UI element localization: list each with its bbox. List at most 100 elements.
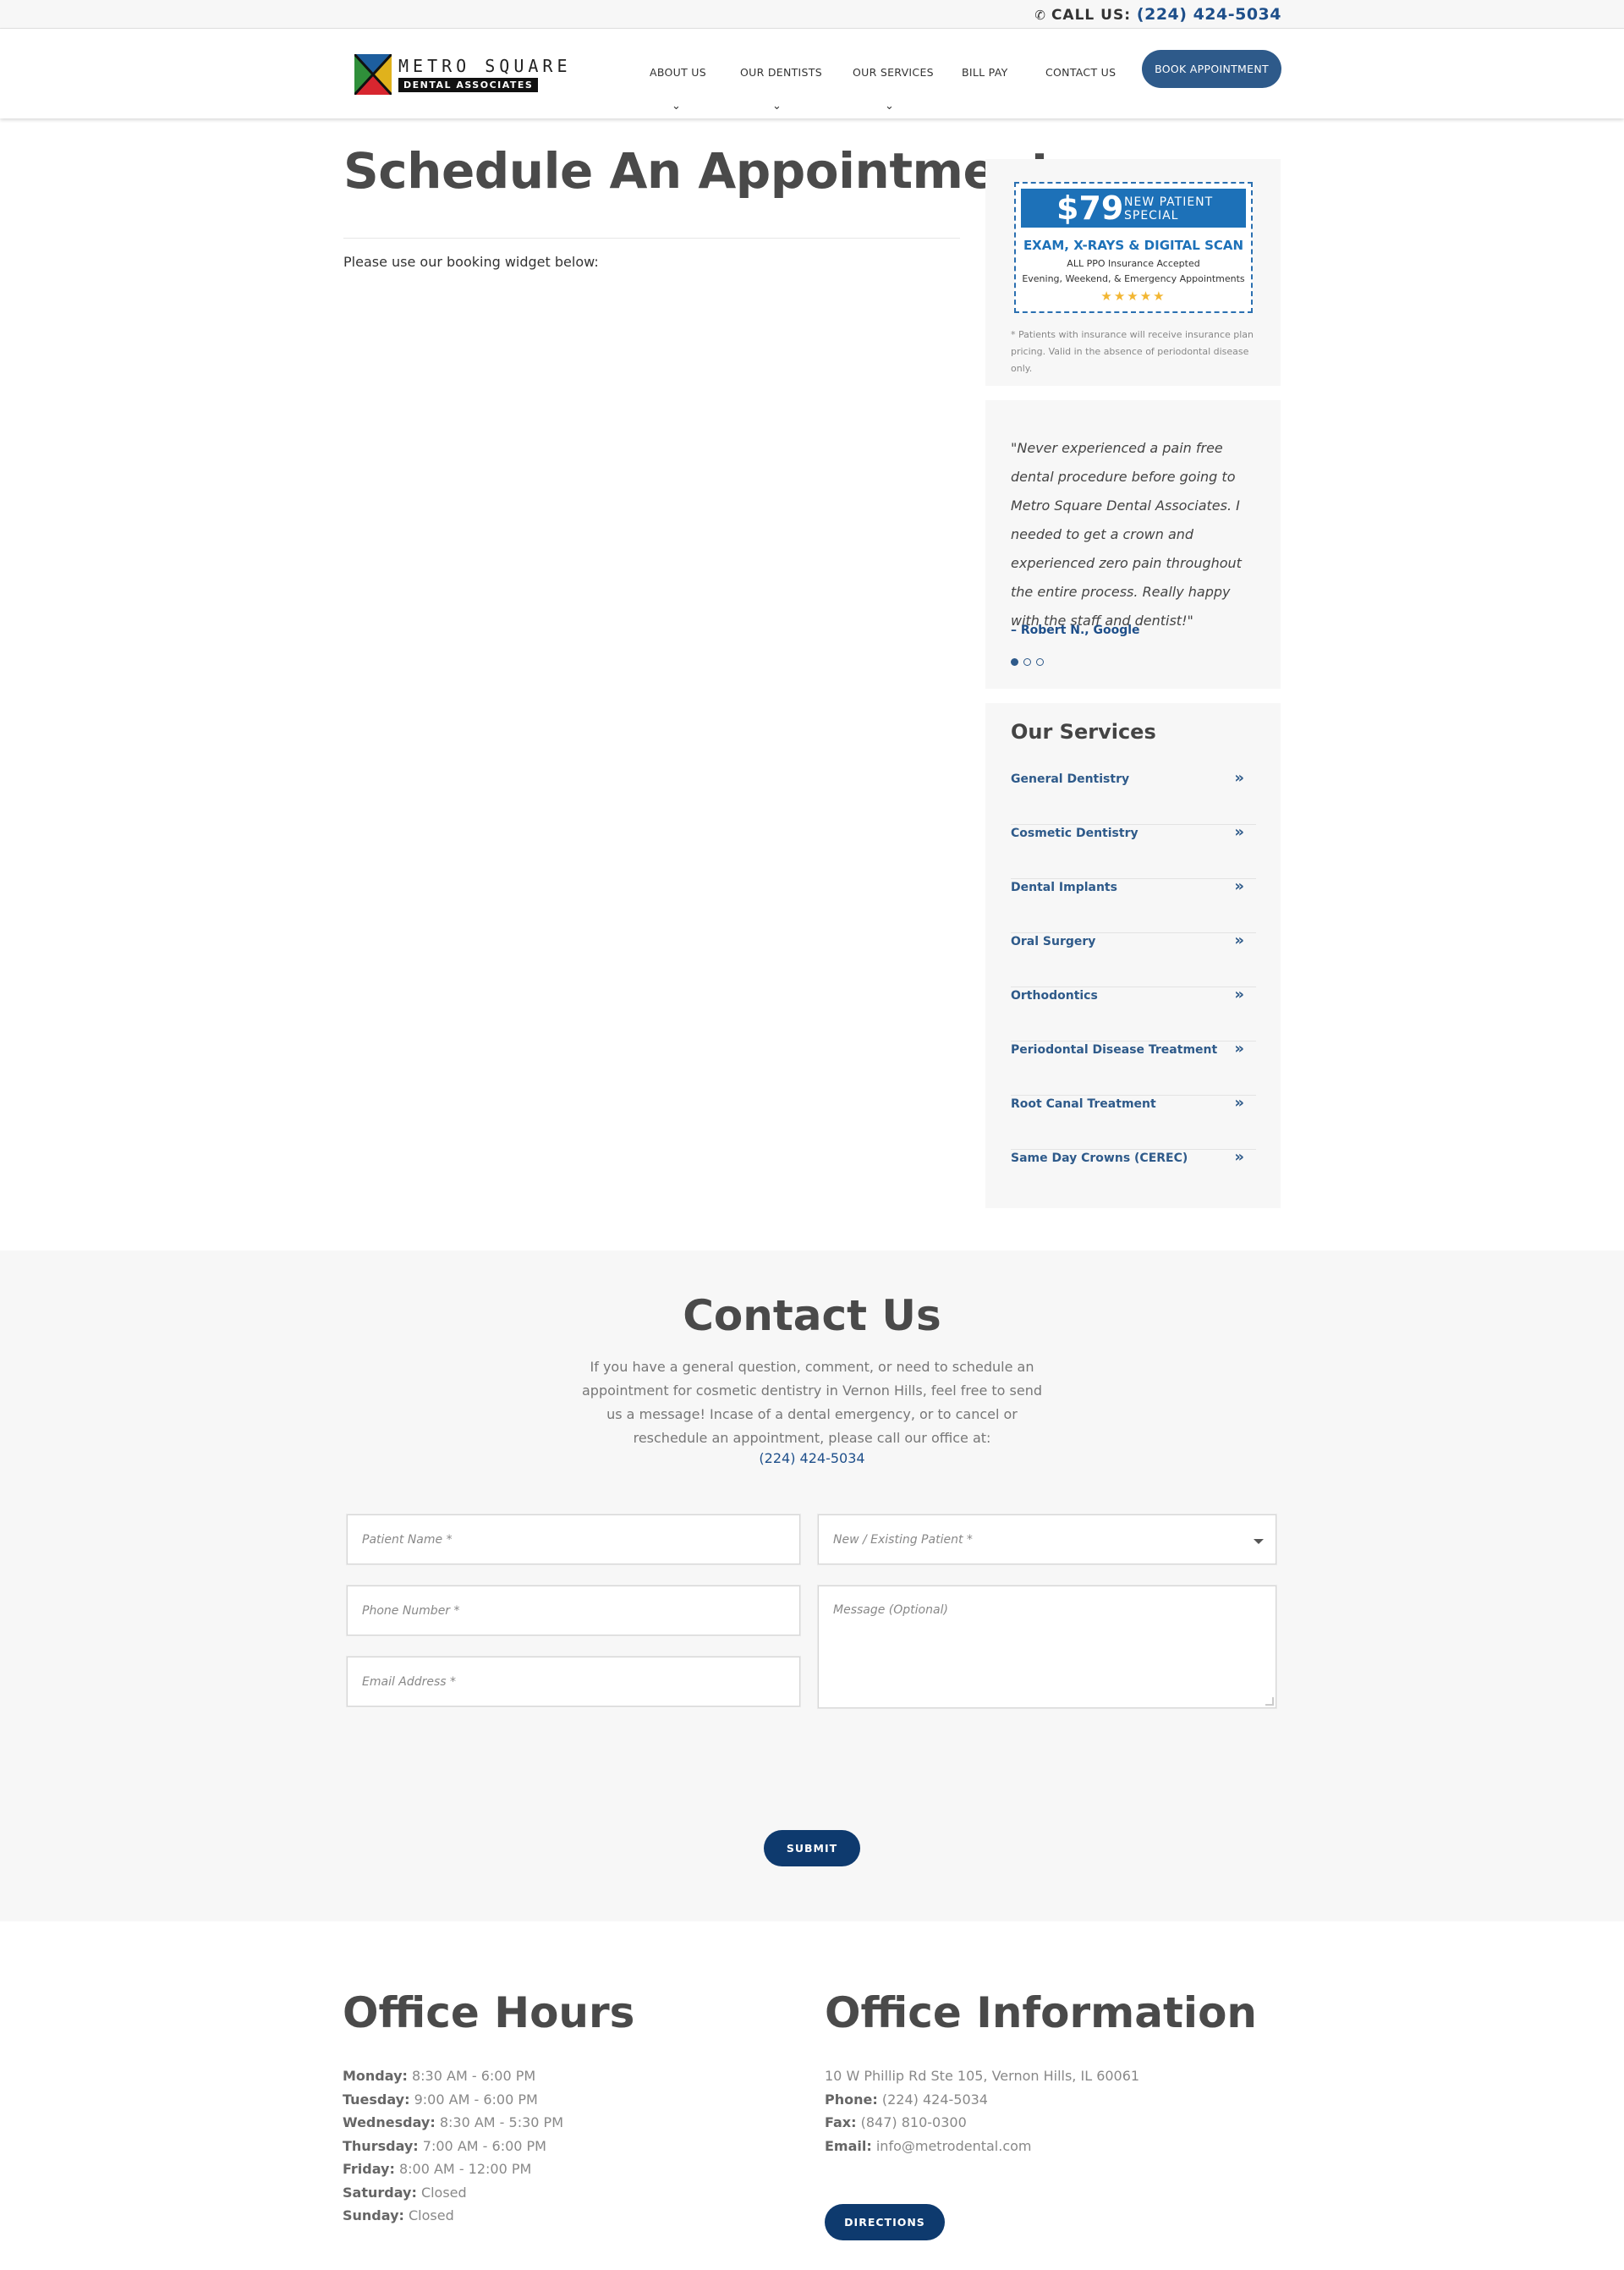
message-textarea[interactable]: Message (Optional) xyxy=(818,1586,1276,1708)
email-label: Email: xyxy=(825,2137,872,2154)
service-label: Cosmetic Dentistry xyxy=(1011,827,1138,840)
divider xyxy=(343,238,960,239)
office-phone: Phone: (224) 424-5034 xyxy=(825,2088,1139,2112)
hours-time: 8:00 AM - 12:00 PM xyxy=(398,2161,532,2177)
review-box: "Never experienced a pain free dental pr… xyxy=(985,400,1281,689)
service-item-orthodontics[interactable]: Orthodontics » xyxy=(1011,986,1256,1042)
service-item-same-day-crowns[interactable]: Same Day Crowns (CEREC) » xyxy=(1011,1148,1256,1204)
coupon-header: $79 NEW PATIENT SPECIAL xyxy=(1021,189,1246,228)
coupon-appointments: Evening, Weekend, & Emergency Appointmen… xyxy=(1022,273,1245,284)
nav-about-us[interactable]: ABOUT US xyxy=(650,66,706,79)
hours-day: Tuesday: xyxy=(343,2091,410,2108)
contact-section: Contact Us If you have a general questio… xyxy=(0,1250,1624,1921)
double-chevron-right-icon: » xyxy=(1234,877,1244,895)
message-placeholder: Message (Optional) xyxy=(833,1603,948,1617)
logo[interactable]: METRO SQUARE DENTAL ASSOCIATES xyxy=(354,54,568,95)
double-chevron-right-icon: » xyxy=(1234,1148,1244,1166)
office-info-list: 10 W Phillip Rd Ste 105, Vernon Hills, I… xyxy=(825,2064,1139,2157)
review-author: – Robert N., Google xyxy=(1011,624,1140,637)
patient-name-input[interactable]: Patient Name * xyxy=(347,1514,800,1564)
service-item-root-canal[interactable]: Root Canal Treatment » xyxy=(1011,1094,1256,1150)
nav-contact-us[interactable]: CONTACT US xyxy=(1045,66,1116,79)
office-email: Email: info@metrodental.com xyxy=(825,2135,1139,2158)
service-item-cosmetic-dentistry[interactable]: Cosmetic Dentistry » xyxy=(1011,823,1256,879)
service-label: Orthodontics xyxy=(1011,989,1098,1003)
coupon-price: $79 xyxy=(1056,190,1124,227)
chevron-down-icon[interactable]: ⌄ xyxy=(885,100,894,113)
booking-intro: Please use our booking widget below: xyxy=(343,254,599,270)
promo-disclaimer: * Patients with insurance will receive i… xyxy=(1011,329,1254,374)
service-label: Dental Implants xyxy=(1011,881,1117,894)
email-address-input[interactable]: Email Address * xyxy=(347,1657,800,1707)
double-chevron-right-icon: » xyxy=(1234,986,1244,1003)
nav-our-services[interactable]: OUR SERVICES xyxy=(853,66,934,79)
office-email-link[interactable]: info@metrodental.com xyxy=(876,2138,1032,2154)
caret-down-icon xyxy=(1254,1539,1264,1544)
service-label: Same Day Crowns (CEREC) xyxy=(1011,1151,1188,1165)
site-header: METRO SQUARE DENTAL ASSOCIATES ABOUT US … xyxy=(0,29,1624,118)
hours-time: 7:00 AM - 6:00 PM xyxy=(422,2137,546,2154)
hours-day: Monday: xyxy=(343,2068,408,2084)
services-box: Our Services General Dentistry » Cosmeti… xyxy=(985,703,1281,1208)
new-patient-coupon[interactable]: $79 NEW PATIENT SPECIAL EXAM, X-RAYS & D… xyxy=(1014,182,1253,313)
hours-day: Friday: xyxy=(343,2161,395,2177)
carousel-dot[interactable] xyxy=(1011,658,1018,666)
resize-handle-icon[interactable] xyxy=(1265,1697,1274,1706)
contact-title: Contact Us xyxy=(683,1291,941,1340)
directions-button[interactable]: DIRECTIONS xyxy=(825,2204,945,2240)
page-title: Schedule An Appointment xyxy=(343,142,1054,200)
double-chevron-right-icon: » xyxy=(1234,823,1244,841)
logo-line1: METRO SQUARE xyxy=(398,56,572,76)
call-us[interactable]: ✆ CALL US: (224) 424-5034 xyxy=(1034,5,1281,24)
carousel-dot[interactable] xyxy=(1023,658,1031,666)
hours-day: Thursday: xyxy=(343,2137,419,2154)
office-fax-value: (847) 810-0300 xyxy=(860,2114,967,2130)
nav-our-dentists[interactable]: OUR DENTISTS xyxy=(740,66,822,79)
coupon-insurance: ALL PPO Insurance Accepted xyxy=(1067,258,1200,269)
office-info-title: Office Information xyxy=(825,1988,1258,2037)
service-item-dental-implants[interactable]: Dental Implants » xyxy=(1011,877,1256,933)
office-fax: Fax: (847) 810-0300 xyxy=(825,2111,1139,2135)
chevron-down-icon[interactable]: ⌄ xyxy=(772,100,782,113)
double-chevron-right-icon: » xyxy=(1234,1094,1244,1112)
patient-type-select[interactable]: New / Existing Patient * xyxy=(818,1514,1276,1564)
service-item-general-dentistry[interactable]: General Dentistry » xyxy=(1011,769,1256,825)
hours-row: Sunday: Closed xyxy=(343,2204,563,2228)
contact-phone-link[interactable]: (224) 424-5034 xyxy=(0,1450,1624,1466)
services-title: Our Services xyxy=(1011,720,1156,744)
review-quote: "Never experienced a pain free dental pr… xyxy=(1011,440,1242,629)
hours-row: Monday: 8:30 AM - 6:00 PM xyxy=(343,2064,563,2088)
hours-row: Tuesday: 9:00 AM - 6:00 PM xyxy=(343,2088,563,2112)
top-bar: ✆ CALL US: (224) 424-5034 xyxy=(0,0,1624,29)
phone-icon: ✆ xyxy=(1034,8,1046,23)
book-appointment-button[interactable]: BOOK APPOINTMENT xyxy=(1142,50,1281,88)
hours-row: Saturday: Closed xyxy=(343,2181,563,2205)
nav-bill-pay[interactable]: BILL PAY xyxy=(962,66,1008,79)
phone-label: Phone: xyxy=(825,2091,878,2108)
call-phone-link[interactable]: (224) 424-5034 xyxy=(1137,5,1281,24)
office-hours-list: Monday: 8:30 AM - 6:00 PM Tuesday: 9:00 … xyxy=(343,2064,563,2228)
logo-mark-icon xyxy=(354,54,392,95)
double-chevron-right-icon: » xyxy=(1234,1040,1244,1058)
fax-label: Fax: xyxy=(825,2114,857,2130)
service-item-oral-surgery[interactable]: Oral Surgery » xyxy=(1011,932,1256,987)
call-label: CALL US: xyxy=(1051,7,1131,24)
service-item-periodontal[interactable]: Periodontal Disease Treatment » xyxy=(1011,1040,1256,1096)
service-label: Root Canal Treatment xyxy=(1011,1097,1156,1111)
phone-number-input[interactable]: Phone Number * xyxy=(347,1586,800,1635)
office-hours-title: Office Hours xyxy=(343,1988,635,2037)
promo-box: $79 NEW PATIENT SPECIAL EXAM, X-RAYS & D… xyxy=(985,159,1281,386)
hours-day: Wednesday: xyxy=(343,2114,436,2130)
chevron-down-icon[interactable]: ⌄ xyxy=(672,100,681,113)
submit-button[interactable]: SUBMIT xyxy=(764,1830,860,1866)
coupon-headline: EXAM, X-RAYS & DIGITAL SCAN xyxy=(1023,238,1244,253)
logo-line2: DENTAL ASSOCIATES xyxy=(398,78,539,92)
star-rating-icon: ★★★★★ xyxy=(1100,289,1166,304)
hours-time: Closed xyxy=(408,2207,454,2223)
hours-day: Saturday: xyxy=(343,2184,417,2201)
contact-text: If you have a general question, comment,… xyxy=(582,1359,1042,1446)
hours-row: Thursday: 7:00 AM - 6:00 PM xyxy=(343,2135,563,2158)
office-phone-link[interactable]: (224) 424-5034 xyxy=(882,2091,988,2108)
office-address: 10 W Phillip Rd Ste 105, Vernon Hills, I… xyxy=(825,2068,1140,2084)
carousel-dot[interactable] xyxy=(1036,658,1044,666)
